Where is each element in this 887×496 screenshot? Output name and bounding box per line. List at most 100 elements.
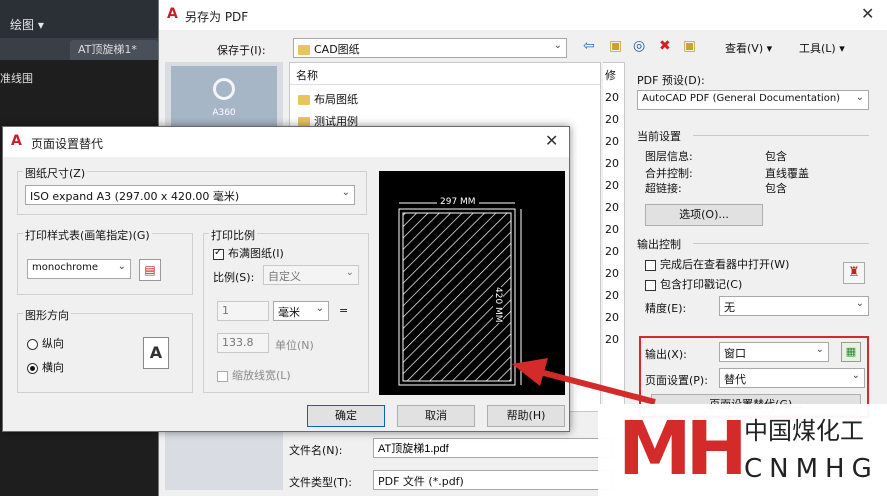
modified-cell: 20 <box>605 333 619 346</box>
output-control-title: 输出控制 <box>637 238 681 251</box>
plot-style-select[interactable]: monochrome ⌄ <box>27 259 131 279</box>
stamp-settings-icon[interactable]: ♜ <box>843 262 865 284</box>
logo-mark: MH <box>618 406 748 492</box>
plot-style-edit-icon[interactable]: ▤ <box>139 259 161 281</box>
name-column-header[interactable]: 名称 <box>290 63 600 85</box>
checkbox-icon <box>645 279 656 291</box>
chevron-down-icon: ⌄ <box>315 303 324 314</box>
modified-cell: 20 <box>605 289 619 302</box>
chevron-down-icon: ⌄ <box>855 92 864 103</box>
modified-cell: 20 <box>605 201 619 214</box>
paper-size-label: 图纸尺寸(Z) <box>23 165 88 181</box>
chevron-down-icon: ⌄ <box>855 298 864 309</box>
override-dialog-title: 页面设置替代 <box>31 137 104 151</box>
cnmhg-logo: MH 中国煤化工 CNMHG <box>598 404 887 496</box>
filename-label: 文件名(N): <box>289 444 343 457</box>
divider <box>693 243 869 244</box>
search-web-icon[interactable]: ◎ <box>633 38 645 54</box>
landscape-radio[interactable]: 横向 <box>27 359 64 375</box>
checkbox-icon <box>217 370 228 382</box>
help-button[interactable]: 帮助(H) <box>487 405 565 427</box>
merge-control-key: 合并控制: <box>645 167 693 180</box>
logo-en-name: CNMHG <box>744 454 879 484</box>
back-icon[interactable]: ⇦ <box>583 38 595 54</box>
scale-select[interactable]: 自定义 ⌄ <box>263 265 359 285</box>
modified-cell: 20 <box>605 267 619 280</box>
autocad-icon: A <box>167 6 178 22</box>
logo-cn-name: 中国煤化工 <box>744 417 864 445</box>
options-button[interactable]: 选项(O)... <box>645 204 763 226</box>
filetype-select[interactable]: PDF 文件 (*.pdf) <box>373 470 613 490</box>
chevron-down-icon: ⌄ <box>117 261 126 272</box>
page-setup-override-dialog: A 页面设置替代 ✕ 图纸尺寸(Z) ISO expand A3 (297.00… <box>2 126 570 432</box>
preview-width-label: 297 MM <box>437 197 479 207</box>
close-icon[interactable]: ✕ <box>861 4 874 23</box>
modified-cell: 20 <box>605 179 619 192</box>
tools-menu[interactable]: 工具(L) ▾ <box>799 40 845 56</box>
equals-sign: = <box>339 304 349 317</box>
up-folder-icon[interactable]: ▣ <box>609 38 622 54</box>
modified-cell: 20 <box>605 157 619 170</box>
plot-scale-label: 打印比例 <box>209 227 257 243</box>
save-in-select[interactable]: CAD图纸 ⌄ <box>293 38 567 58</box>
modified-cell: 20 <box>605 311 619 324</box>
cad-drawing-tab[interactable]: AT顶旋梯1* <box>70 40 158 60</box>
cad-menu-draw[interactable]: 绘图 ▾ <box>10 16 44 33</box>
chevron-down-icon: ⌄ <box>341 187 350 198</box>
include-stamp-checkbox[interactable]: 包含打印戳记(C) <box>645 276 742 292</box>
ok-button[interactable]: 确定 <box>307 405 385 427</box>
checkbox-icon <box>645 259 656 271</box>
new-folder-icon[interactable]: ▣ <box>683 38 696 54</box>
cancel-button[interactable]: 取消 <box>397 405 475 427</box>
precision-label: 精度(E): <box>645 302 687 315</box>
filename-input[interactable] <box>373 438 613 458</box>
precision-select[interactable]: 无 ⌄ <box>719 296 869 316</box>
pdf-preset-label: PDF 预设(D): <box>637 74 705 87</box>
delete-icon[interactable]: ✖ <box>659 38 671 54</box>
close-icon[interactable]: ✕ <box>545 131 558 150</box>
paper-size-select[interactable]: ISO expand A3 (297.00 x 420.00 毫米) ⌄ <box>25 185 355 205</box>
fit-to-paper-checkbox[interactable]: 布满图纸(I) <box>213 245 284 261</box>
modified-column-header[interactable]: 修 <box>605 67 616 83</box>
portrait-radio[interactable]: 纵向 <box>27 335 64 351</box>
place-a360[interactable]: A360 <box>171 66 277 130</box>
chevron-down-icon: ⌄ <box>553 40 562 51</box>
merge-control-value: 直线覆盖 <box>765 167 809 180</box>
paper-preview: 297 MM 420 MM <box>379 171 565 395</box>
checkbox-checked-icon <box>213 247 224 260</box>
divider <box>693 135 869 136</box>
modified-cell: 20 <box>605 113 619 126</box>
modified-cell: 20 <box>605 91 619 104</box>
folder-icon <box>298 95 310 105</box>
unit-label: 单位(N) <box>275 339 314 352</box>
modified-column: 修 20 20 20 20 20 20 20 20 20 20 20 20 <box>603 62 625 412</box>
orientation-preview-icon: A <box>143 337 169 369</box>
cad-side-text: 准线围 <box>0 72 33 85</box>
a360-logo-icon <box>213 78 235 100</box>
save-dialog-title: 另存为 PDF <box>185 10 249 24</box>
layer-info-value: 包含 <box>765 150 787 163</box>
scale-numerator-input[interactable]: 1 <box>217 301 269 321</box>
modified-cell: 20 <box>605 245 619 258</box>
autocad-icon: A <box>11 133 22 149</box>
orientation-label: 图形方向 <box>23 307 71 323</box>
list-item[interactable]: 布局图纸 <box>298 91 358 107</box>
filetype-label: 文件类型(T): <box>289 476 353 489</box>
scale-lineweights-checkbox[interactable]: 缩放线宽(L) <box>217 367 291 383</box>
current-settings-title: 当前设置 <box>637 130 681 143</box>
folder-icon <box>298 45 310 55</box>
radio-selected-icon <box>27 362 38 374</box>
scale-label: 比例(S): <box>213 271 255 284</box>
modified-cell: 20 <box>605 223 619 236</box>
chevron-down-icon: ⌄ <box>345 267 354 278</box>
radio-icon <box>27 338 38 350</box>
scale-denominator-input[interactable]: 133.8 <box>217 333 269 353</box>
open-after-checkbox[interactable]: 完成后在查看器中打开(W) <box>645 256 789 272</box>
hyperlink-key: 超链接: <box>645 182 682 195</box>
view-menu[interactable]: 查看(V) ▾ <box>725 40 772 56</box>
layer-info-key: 图层信息: <box>645 150 693 163</box>
unit-select[interactable]: 毫米 ⌄ <box>273 301 329 321</box>
save-dialog-titlebar: A 另存为 PDF ✕ <box>159 0 887 30</box>
pdf-preset-select[interactable]: AutoCAD PDF (General Documentation) ⌄ <box>637 90 869 110</box>
hyperlink-value: 包含 <box>765 182 787 195</box>
